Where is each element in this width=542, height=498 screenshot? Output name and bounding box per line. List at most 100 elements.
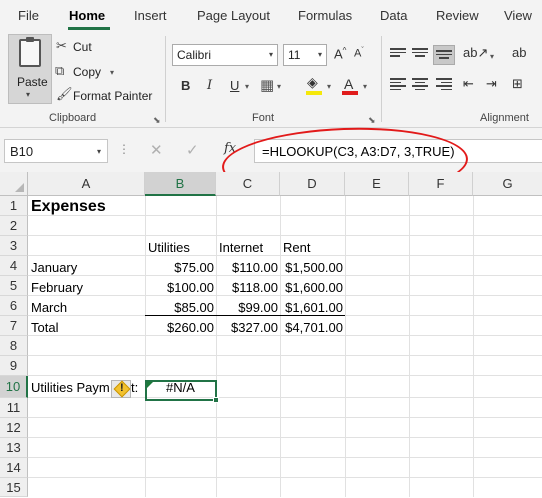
row-header-2[interactable]: 2 <box>0 216 28 236</box>
grow-font-button[interactable]: A^ <box>334 46 346 61</box>
shrink-font-button[interactable]: Aˇ <box>354 47 364 60</box>
fill-dropdown-icon[interactable]: ▾ <box>327 82 331 91</box>
increase-indent-icon[interactable]: ⇥ <box>486 76 497 92</box>
chevron-down-icon: ▾ <box>317 50 322 59</box>
gridline <box>280 196 281 497</box>
tab-formulas[interactable]: Formulas <box>298 8 352 23</box>
underline-button[interactable]: U <box>230 78 239 93</box>
paste-button[interactable]: Paste ▾ <box>8 34 52 104</box>
font-family-select[interactable]: Calibri ▾ <box>172 44 278 66</box>
column-header-b[interactable]: B <box>145 172 216 196</box>
dialog-launcher-icon[interactable]: ⬊ <box>153 115 161 126</box>
fill-handle[interactable] <box>213 397 219 403</box>
format-painter-button[interactable]: Format Painter <box>73 89 152 103</box>
column-header-c[interactable]: C <box>216 172 280 196</box>
font-family-value: Calibri <box>177 48 212 62</box>
row-header-9[interactable]: 9 <box>0 356 28 376</box>
gridline <box>28 457 542 458</box>
cell-c5[interactable]: $118.00 <box>216 278 278 298</box>
orientation-icon[interactable]: ab↗ <box>463 45 488 61</box>
tab-insert[interactable]: Insert <box>134 8 167 23</box>
gridline <box>28 477 542 478</box>
cell-c3[interactable]: Internet <box>219 238 263 258</box>
column-header-g[interactable]: G <box>473 172 542 196</box>
cell-c4[interactable]: $110.00 <box>216 258 278 278</box>
row-header-7[interactable]: 7 <box>0 316 28 336</box>
align-top-icon[interactable] <box>390 48 406 60</box>
column-header-e[interactable]: E <box>345 172 409 196</box>
row-header-15[interactable]: 15 <box>0 478 28 497</box>
cell-d7[interactable]: $4,701.00 <box>280 318 343 338</box>
insert-function-button[interactable]: fx <box>224 141 236 156</box>
underline-dropdown-icon[interactable]: ▾ <box>245 82 249 91</box>
cell-d3[interactable]: Rent <box>283 238 310 258</box>
fill-color-swatch <box>306 91 322 95</box>
cell-d4[interactable]: $1,500.00 <box>280 258 343 278</box>
font-size-value: 11 <box>288 48 301 62</box>
borders-dropdown-icon[interactable]: ▾ <box>277 82 281 91</box>
font-color-button[interactable]: A <box>344 76 353 92</box>
tab-page-layout[interactable]: Page Layout <box>197 8 270 23</box>
tab-view[interactable]: View <box>504 8 532 23</box>
select-all-button[interactable] <box>0 172 28 196</box>
align-center-icon[interactable] <box>412 78 428 90</box>
cell-a4[interactable]: January <box>31 258 77 278</box>
row-header-3[interactable]: 3 <box>0 236 28 256</box>
align-left-icon[interactable] <box>390 78 406 90</box>
row-header-5[interactable]: 5 <box>0 276 28 296</box>
cell-b3[interactable]: Utilities <box>148 238 190 258</box>
cell-a10-right[interactable]: t: <box>131 378 138 398</box>
font-size-select[interactable]: 11 ▾ <box>283 44 327 66</box>
borders-icon[interactable]: ▦ <box>260 76 274 94</box>
cell-b7[interactable]: $260.00 <box>145 318 214 338</box>
cell-a1[interactable]: Expenses <box>31 197 106 217</box>
cell-a7[interactable]: Total <box>31 318 58 338</box>
error-warning-button[interactable]: ! <box>111 380 131 398</box>
column-header-f[interactable]: F <box>409 172 473 196</box>
align-bottom-icon <box>436 50 452 62</box>
cancel-icon[interactable]: ✕ <box>150 141 163 159</box>
align-middle-icon[interactable] <box>412 48 428 60</box>
cell-b4[interactable]: $75.00 <box>145 258 214 278</box>
tab-home[interactable]: Home <box>69 8 105 23</box>
copy-dropdown-icon[interactable]: ▾ <box>110 68 114 77</box>
copy-button[interactable]: Copy <box>73 65 101 79</box>
row-header-1[interactable]: 1 <box>0 196 28 216</box>
column-header-d[interactable]: D <box>280 172 345 196</box>
cell-c7[interactable]: $327.00 <box>216 318 278 338</box>
column-header-a[interactable]: A <box>28 172 145 196</box>
grow-font-glyph: A <box>334 46 343 62</box>
align-right-icon[interactable] <box>436 78 452 90</box>
decrease-indent-icon[interactable]: ⇤ <box>463 76 474 92</box>
fill-color-icon[interactable]: ◈ <box>307 74 318 91</box>
font-color-dropdown-icon[interactable]: ▾ <box>363 82 367 91</box>
cell-a10-left[interactable]: Utilities Paym <box>31 378 110 398</box>
tab-file[interactable]: File <box>18 8 39 23</box>
italic-button[interactable]: I <box>207 78 212 93</box>
bold-button[interactable]: B <box>181 78 190 93</box>
row-header-6[interactable]: 6 <box>0 296 28 316</box>
cut-button[interactable]: Cut <box>73 40 92 54</box>
cell-a5[interactable]: February <box>31 278 83 298</box>
cell-b5[interactable]: $100.00 <box>145 278 214 298</box>
enter-icon[interactable]: ✓ <box>186 141 199 159</box>
dialog-launcher-icon[interactable]: ⬊ <box>368 115 376 126</box>
tab-review[interactable]: Review <box>436 8 479 23</box>
name-box[interactable]: B10 ▾ <box>4 139 108 163</box>
merge-center-icon[interactable]: ⊞ <box>512 76 523 92</box>
row-header-11[interactable]: 11 <box>0 398 28 418</box>
wrap-text-icon[interactable]: ab <box>512 45 526 60</box>
row-header-8[interactable]: 8 <box>0 336 28 356</box>
formula-input[interactable]: =HLOOKUP(C3, A3:D7, 3,TRUE) <box>254 139 542 163</box>
row-header-4[interactable]: 4 <box>0 256 28 276</box>
tab-data[interactable]: Data <box>380 8 407 23</box>
cell-a6[interactable]: March <box>31 298 67 318</box>
font-color-swatch <box>342 91 358 95</box>
name-box-value: B10 <box>10 144 34 159</box>
row-header-13[interactable]: 13 <box>0 438 28 458</box>
orientation-dropdown-icon[interactable]: ▾ <box>490 52 494 61</box>
row-header-10[interactable]: 10 <box>0 376 28 398</box>
row-header-14[interactable]: 14 <box>0 458 28 478</box>
cell-d5[interactable]: $1,600.00 <box>280 278 343 298</box>
row-header-12[interactable]: 12 <box>0 418 28 438</box>
